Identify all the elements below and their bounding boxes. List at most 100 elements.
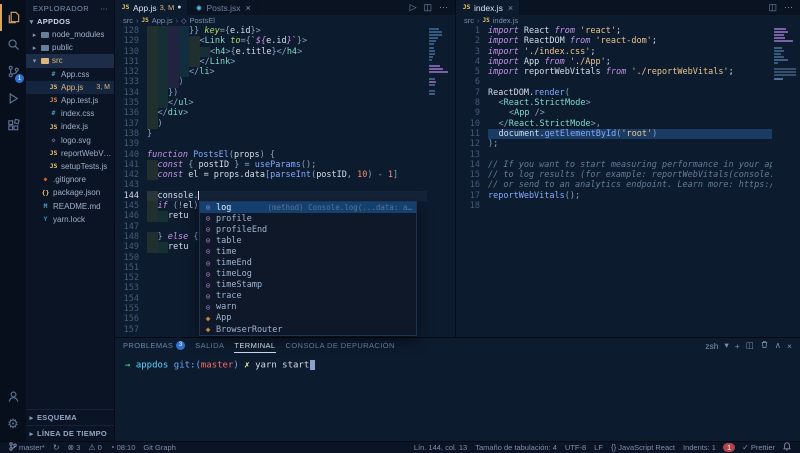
clock-icon: ◔ [110, 444, 115, 452]
suggestion-label: log [216, 203, 231, 213]
sidebar-more-actions-icon[interactable]: ⋯ [100, 4, 108, 13]
line-number: 144 [115, 191, 139, 201]
tab-label: Posts.jsx [206, 3, 240, 13]
tab-close-icon[interactable]: × [245, 3, 250, 13]
panel-tab-PROBLEMAS[interactable]: PROBLEMAS3 [123, 338, 185, 353]
tree-item-setupTests.js[interactable]: JSsetupTests.js [26, 160, 114, 173]
suggestion-timeLog[interactable]: ⊙timeLog [200, 269, 416, 280]
outline-section[interactable]: ▸ ESQUEMA [26, 409, 114, 425]
tabbar-right: JSindex.js× [456, 0, 520, 15]
more-actions-icon[interactable]: ⋯ [439, 2, 448, 13]
status-item-bell[interactable] [779, 442, 795, 453]
tree-item-public[interactable]: ▸public [26, 41, 114, 54]
source-control-icon[interactable]: 1 [0, 58, 26, 85]
status-item-Tamaño de tabulación: 4[interactable]: Tamaño de tabulación: 4 [471, 442, 561, 453]
tree-item-README.md[interactable]: MREADME.md [26, 199, 114, 212]
tab-index.js[interactable]: JSindex.js× [456, 0, 520, 15]
line-number: 16 [456, 180, 480, 190]
shell-selector[interactable]: zsh [705, 341, 718, 351]
tree-item-App.test.js[interactable]: JSApp.test.js [26, 94, 114, 107]
minimap[interactable] [774, 28, 798, 84]
suggestion-trace[interactable]: ⊙trace [200, 291, 416, 302]
workspace-section-header[interactable]: ▾ APPDOS [26, 15, 114, 28]
git-file-icon: ◆ [41, 176, 50, 183]
status-item-Prettier[interactable]: ✓Prettier [738, 442, 779, 453]
tree-item-node_modules[interactable]: ▸node_modules [26, 28, 114, 41]
code-editor-indexjs[interactable]: 123456789101112131415161718 import React… [456, 26, 800, 337]
tree-item-App.css[interactable]: #App.css [26, 68, 114, 81]
line-number: 138 [115, 129, 139, 139]
split-terminal-icon[interactable]: ◫ [746, 340, 754, 351]
line-number: 6 [456, 77, 480, 87]
account-icon[interactable] [0, 383, 26, 410]
brackets-icon: {} [611, 444, 616, 452]
settings-gear-icon[interactable]: ⚙ [0, 410, 26, 437]
svg-file-icon: ◇ [49, 137, 58, 144]
shell-dropdown-icon[interactable]: ▾ [725, 340, 729, 351]
timeline-section[interactable]: ▸ LÍNEA DE TIEMPO [26, 425, 114, 441]
status-right: Lín. 144, col. 13Tamaño de tabulación: 4… [410, 442, 795, 453]
suggestion-timeStamp[interactable]: ⊙timeStamp [200, 280, 416, 291]
split-editor-icon[interactable]: ◫ [423, 2, 432, 13]
tab-Posts.jsx[interactable]: ◉Posts.jsx× [188, 0, 257, 15]
tree-item-reportWebVitals.js[interactable]: JSreportWebVitals.js [26, 147, 114, 160]
run-icon[interactable]: ▷ [410, 2, 417, 13]
status-item-Lín. 144, col. 13[interactable]: Lín. 144, col. 13 [410, 442, 471, 453]
suggestion-timeEnd[interactable]: ⊙timeEnd [200, 257, 416, 268]
status-item-LF[interactable]: LF [590, 442, 607, 453]
line-number: 15 [456, 170, 480, 180]
panel-tab-CONSOLA DE DEPURACIÓN[interactable]: CONSOLA DE DEPURACIÓN [286, 338, 395, 353]
close-panel-icon[interactable]: × [787, 341, 792, 351]
status-item-1[interactable]: 1 [723, 443, 735, 452]
suggestion-BrowserRouter[interactable]: ◈BrowserRouter [200, 324, 416, 335]
status-item-3[interactable]: ⊗3 [64, 442, 85, 453]
line-number: 155 [115, 304, 139, 314]
status-item-Git Graph[interactable]: Git Graph [139, 442, 180, 453]
new-terminal-icon[interactable]: + [735, 341, 740, 351]
suggestion-table[interactable]: ⊙table [200, 235, 416, 246]
suggestion-warn[interactable]: ⊙warn [200, 302, 416, 313]
tree-item-logo.svg[interactable]: ◇logo.svg [26, 134, 114, 147]
tree-item-yarn.lock[interactable]: Yyarn.lock [26, 213, 114, 226]
status-item-master*[interactable]: master* [5, 442, 49, 453]
split-editor-icon[interactable]: ◫ [768, 2, 777, 13]
kill-terminal-icon[interactable] [760, 340, 769, 351]
tree-item-src[interactable]: ▾src [26, 54, 114, 67]
suggestion-log[interactable]: ⊙log(method) Console.log(...data: a… [200, 202, 416, 213]
more-actions-icon[interactable]: ⋯ [784, 2, 793, 13]
tree-item-App.js[interactable]: JSApp.js3, M [26, 81, 114, 94]
search-icon[interactable] [0, 31, 26, 58]
status-item-UTF-8[interactable]: UTF-8 [561, 442, 590, 453]
status-item-sync[interactable]: ↻ [49, 442, 64, 453]
line-number: 132 [115, 67, 139, 77]
status-item-JavaScript React[interactable]: {}JavaScript React [607, 442, 679, 453]
file-label: index.css [61, 109, 94, 118]
suggestion-label: BrowserRouter [216, 325, 283, 335]
panel-tab-TERMINAL[interactable]: TERMINAL [234, 338, 275, 353]
tab-App.js[interactable]: JSApp.js3, M● [115, 0, 188, 15]
tree-item-.gitignore[interactable]: ◆.gitignore [26, 173, 114, 186]
tree-item-index.js[interactable]: JSindex.js [26, 120, 114, 133]
extensions-icon[interactable] [0, 112, 26, 139]
tab-close-icon[interactable]: × [508, 3, 513, 13]
tree-item-package.json[interactable]: {}package.json [26, 186, 114, 199]
status-item-08:10[interactable]: ◔08:10 [106, 442, 140, 453]
suggestion-time[interactable]: ⊙time [200, 246, 416, 257]
minimap[interactable] [429, 28, 453, 121]
line-number: 13 [456, 150, 480, 160]
panel-tab-SALIDA[interactable]: SALIDA [195, 338, 224, 353]
bottom-panel: PROBLEMAS3 SALIDA TERMINAL CONSOLA DE DEPUR… [115, 337, 800, 441]
explorer-icon[interactable] [0, 4, 26, 31]
suggestion-profileEnd[interactable]: ⊙profileEnd [200, 224, 416, 235]
status-item-0[interactable]: ⚠0 [84, 442, 105, 453]
status-item-Indents: 1[interactable]: Indents: 1 [679, 442, 720, 453]
suggestion-App[interactable]: ◈App [200, 313, 416, 324]
tree-item-index.css[interactable]: #index.css [26, 107, 114, 120]
symbol-icon: ◇ [181, 17, 186, 25]
suggestion-profile[interactable]: ⊙profile [200, 213, 416, 224]
js-file-icon: JS [121, 4, 130, 11]
run-debug-icon[interactable] [0, 85, 26, 112]
code-line [147, 180, 427, 190]
code-line: import App from './App'; [488, 57, 772, 67]
maximize-panel-icon[interactable]: ∧ [775, 340, 781, 351]
